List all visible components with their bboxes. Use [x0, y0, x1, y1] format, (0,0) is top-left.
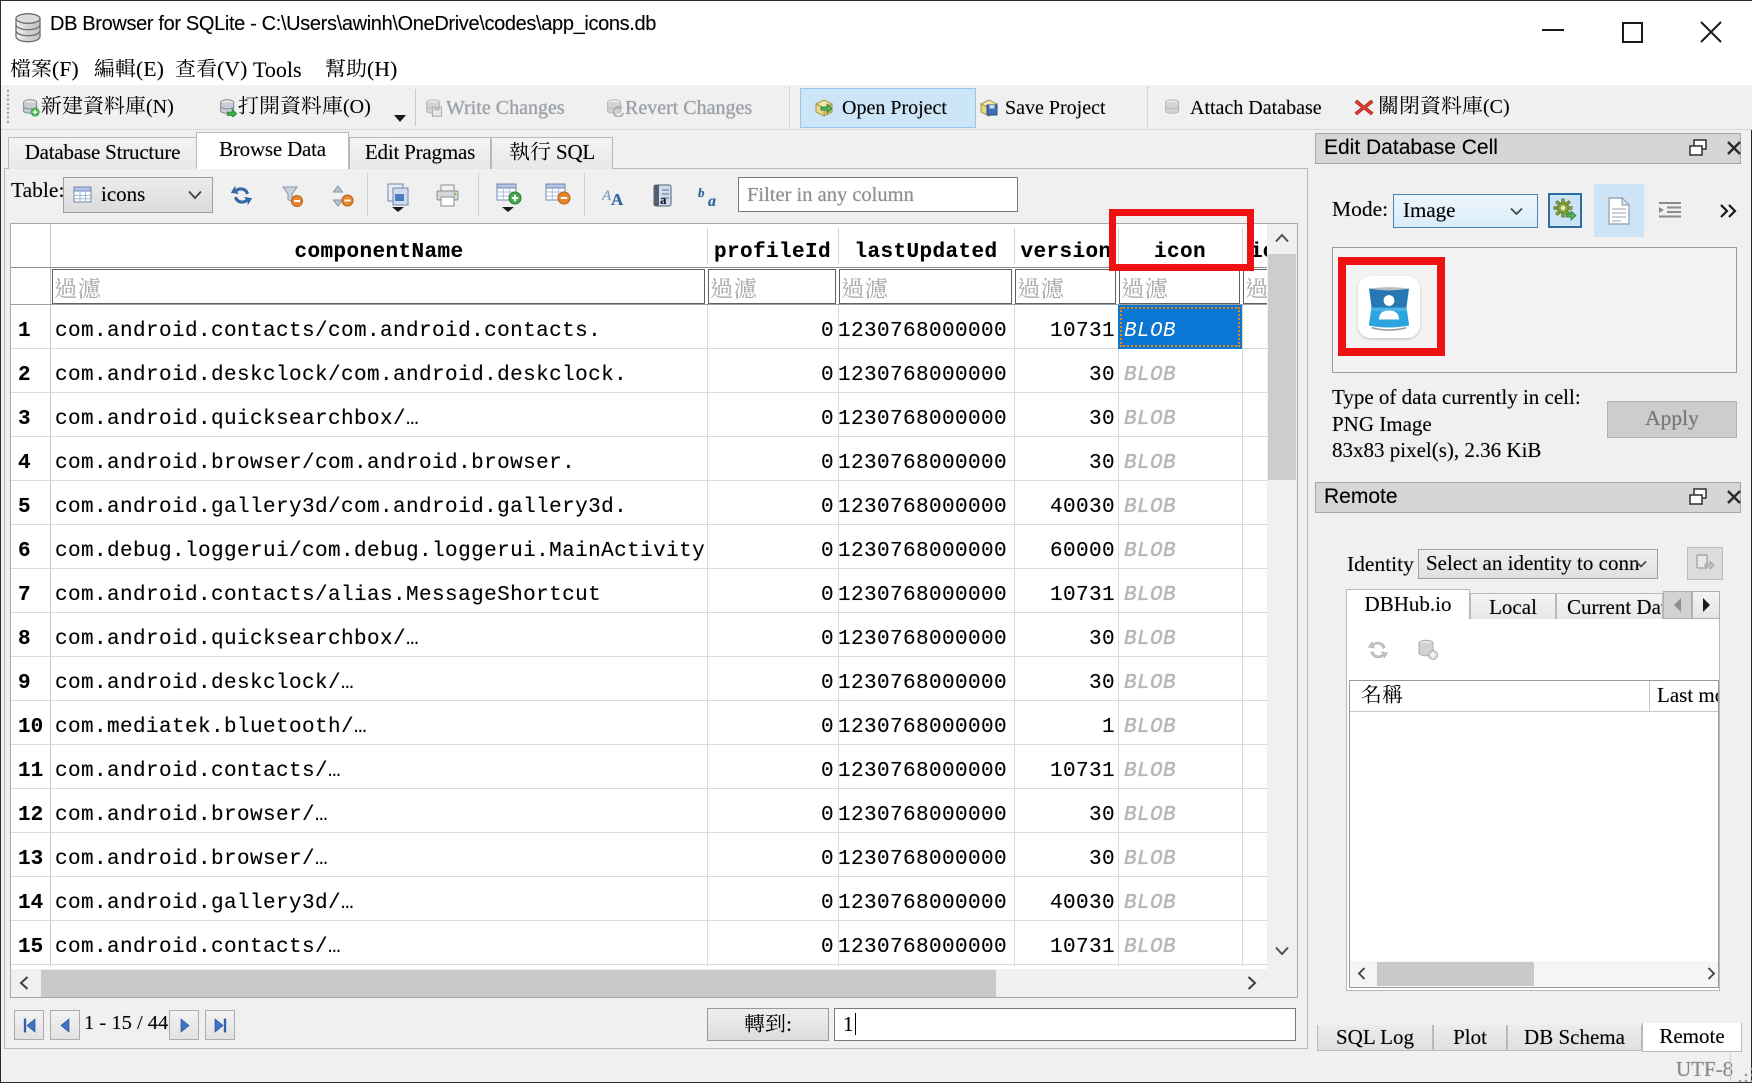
- svg-text:a: a: [660, 192, 667, 207]
- svg-text:A: A: [611, 190, 624, 207]
- svg-text:a: a: [708, 193, 716, 208]
- svg-text:b: b: [698, 185, 705, 200]
